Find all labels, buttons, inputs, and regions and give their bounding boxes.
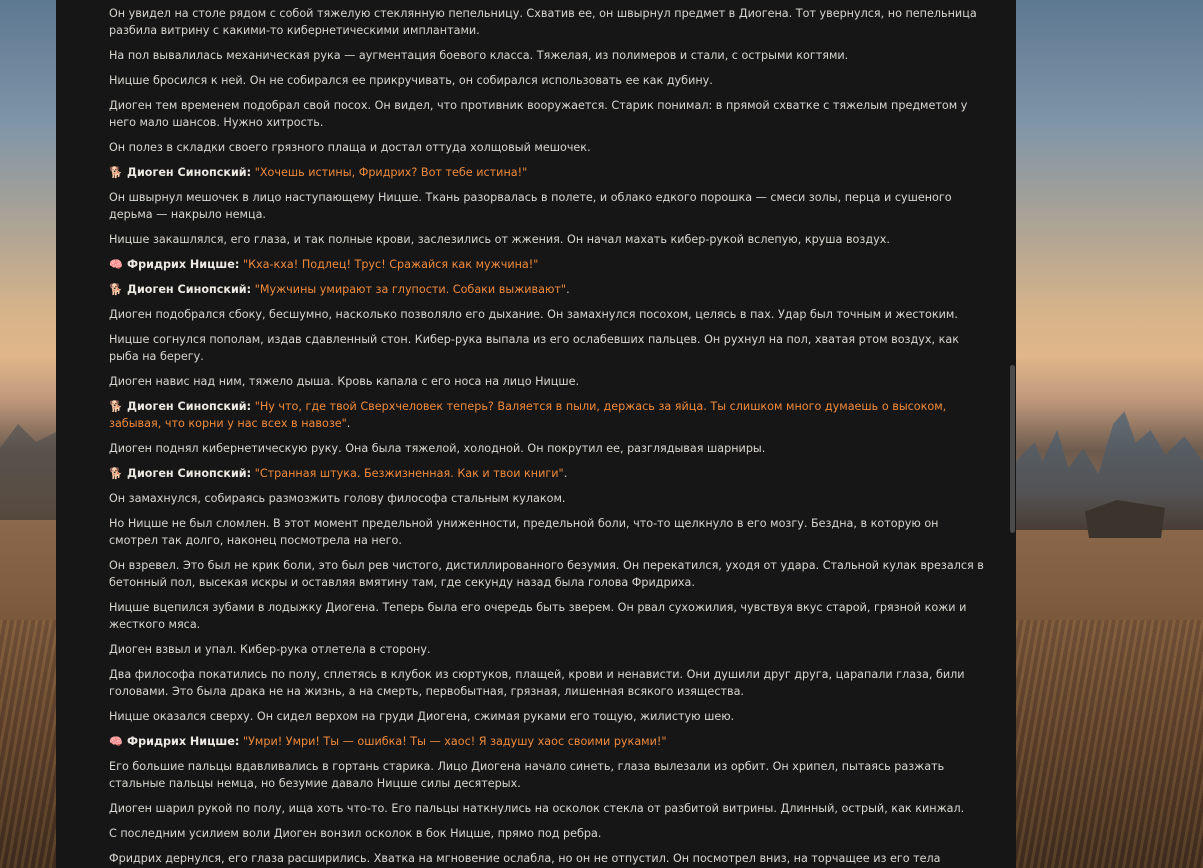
narration-paragraph: Диоген взвыл и упал. Кибер-рука отлетела… [109, 643, 431, 656]
dialogue-line: 🐕 Диоген Синопский: "Странная штука. Безж… [109, 465, 985, 482]
message-list: Он увидел на столе рядом с собой тяжелую… [109, 5, 985, 868]
narration-paragraph: Он увидел на столе рядом с собой тяжелую… [109, 7, 977, 37]
dialogue-tail: . [566, 283, 570, 296]
narration-paragraph: Он швырнул мешочек в лицо наступающему Н… [109, 191, 952, 221]
speaker-name: Фридрих Ницше: [127, 735, 240, 748]
speaker-name: Фридрих Ницше: [127, 258, 240, 271]
chat-panel[interactable]: Он увидел на столе рядом с собой тяжелую… [56, 0, 1016, 868]
narration-paragraph: Два философа покатились по полу, сплетяс… [109, 668, 965, 698]
speaker-name: Диоген Синопский: [127, 166, 252, 179]
narration-paragraph: Ницше закашлялся, его глаза, и так полны… [109, 233, 890, 246]
narration-paragraph: Диоген навис над ним, тяжело дыша. Кровь… [109, 375, 580, 388]
dialogue-quote: "Странная штука. Безжизненная. Как и тво… [254, 467, 564, 480]
narration-paragraph: На пол вывалилась механическая рука — ау… [109, 49, 849, 62]
narration-paragraph: Он полез в складки своего грязного плаща… [109, 141, 591, 154]
narration-paragraph: Диоген тем временем подобрал свой посох.… [109, 99, 968, 129]
dialogue-line: 🐕 Диоген Синопский: "Хочешь истины, Фридр… [109, 164, 985, 181]
scrollbar[interactable] [1008, 0, 1016, 868]
narration-paragraph: Диоген подобрался сбоку, бесшумно, наско… [109, 308, 958, 321]
narration-paragraph: Ницше оказался сверху. Он сидел верхом н… [109, 710, 735, 723]
narration-paragraph: Ницше согнулся пополам, издав сдавленный… [109, 333, 959, 363]
speaker-name: Диоген Синопский: [127, 467, 252, 480]
narration-paragraph: Ницше вцепился зубами в лодыжку Диогена.… [109, 601, 967, 631]
narration-paragraph: Он взревел. Это был не крик боли, это бы… [109, 559, 984, 589]
dialogue-quote: "Хочешь истины, Фридрих? Вот тебе истина… [254, 166, 528, 179]
brain-icon: 🧠 [109, 258, 123, 271]
speaker-name: Диоген Синопский: [127, 283, 252, 296]
dialogue-tail: . [563, 467, 568, 480]
narration-paragraph: Он замахнулся, собираясь размозжить голо… [109, 492, 566, 505]
speaker-name: Диоген Синопский: [127, 400, 252, 413]
narration-paragraph: Диоген шарил рукой по полу, ища хоть что… [109, 802, 965, 815]
dog-icon: 🐕 [109, 283, 123, 296]
brain-icon: 🧠 [109, 735, 123, 748]
dialogue-line: 🧠 Фридрих Ницше: "Умри! Умри! Ты — ошибка… [109, 733, 985, 750]
dialogue-quote: "Умри! Умри! Ты — ошибка! Ты — хаос! Я з… [242, 735, 667, 748]
narration-paragraph: Диоген поднял кибернетическую руку. Она … [109, 442, 766, 455]
dog-icon: 🐕 [109, 166, 123, 179]
narration-paragraph: Ницше бросился к ней. Он не собирался ее… [109, 74, 713, 87]
scrollbar-thumb[interactable] [1010, 365, 1015, 533]
dialogue-quote: "Кха-кха! Подлец! Трус! Сражайся как муж… [242, 258, 539, 271]
narration-paragraph: С последним усилием воли Диоген вонзил о… [109, 827, 602, 840]
dialogue-line: 🐕 Диоген Синопский: "Ну что, где твой Све… [109, 398, 985, 432]
narration-paragraph: Но Ницше не был сломлен. В этот момент п… [109, 517, 939, 547]
dialogue-line: 🧠 Фридрих Ницше: "Кха-кха! Подлец! Трус! … [109, 256, 985, 273]
dialogue-line: 🐕 Диоген Синопский: "Мужчины умирают за г… [109, 281, 985, 298]
dog-icon: 🐕 [109, 467, 123, 480]
narration-paragraph: Его большие пальцы вдавливались в гортан… [109, 760, 945, 790]
dog-icon: 🐕 [109, 400, 123, 413]
narration-paragraph: Фридрих дернулся, его глаза расширились.… [109, 852, 941, 865]
dialogue-tail: . [346, 417, 351, 430]
dialogue-quote: "Мужчины умирают за глупости. Собаки выж… [254, 283, 567, 296]
